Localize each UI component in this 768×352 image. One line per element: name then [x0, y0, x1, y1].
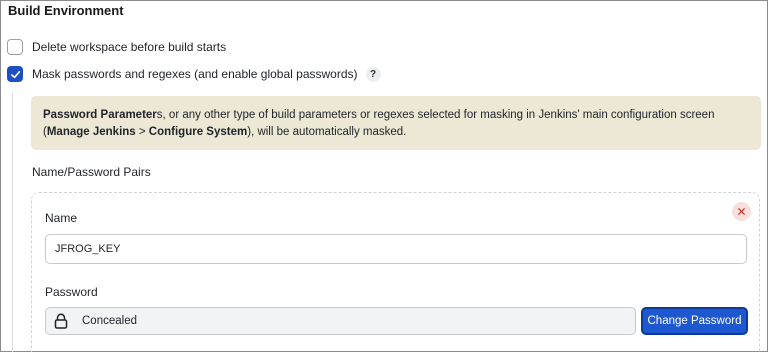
password-field-label: Password — [45, 285, 98, 299]
password-concealed-text: Concealed — [82, 315, 137, 327]
option-mask-passwords[interactable]: Mask passwords and regexes (and enable g… — [7, 66, 381, 82]
delete-workspace-checkbox[interactable] — [7, 39, 23, 55]
mask-passwords-label[interactable]: Mask passwords and regexes (and enable g… — [32, 67, 358, 81]
help-icon[interactable]: ? — [365, 66, 381, 82]
close-icon — [738, 208, 745, 215]
notice-bold-manage-jenkins: Manage Jenkins — [46, 126, 136, 138]
name-field-label: Name — [45, 211, 78, 225]
section-title: Build Environment — [8, 3, 124, 18]
change-password-button[interactable]: Change Password — [641, 307, 748, 335]
notice-text-2: > — [135, 126, 149, 138]
masking-info-notice: Password Parameters, or any other type o… — [31, 96, 761, 150]
notice-bold-password-parameter: Password Parameter — [43, 109, 157, 121]
check-icon — [10, 70, 20, 78]
name-password-pairs-label: Name/Password Pairs — [32, 165, 151, 179]
nesting-line — [12, 93, 13, 352]
name-input[interactable]: JFROG_KEY — [45, 234, 747, 264]
password-field[interactable]: Concealed — [45, 307, 636, 335]
notice-bold-configure-system: Configure System — [148, 126, 248, 138]
remove-pair-button[interactable] — [732, 202, 751, 221]
notice-text-3: ), will be automatically masked. — [247, 126, 407, 138]
option-delete-workspace[interactable]: Delete workspace before build starts — [7, 39, 226, 55]
delete-workspace-label[interactable]: Delete workspace before build starts — [32, 40, 226, 54]
mask-passwords-checkbox[interactable] — [7, 66, 23, 82]
lock-icon — [54, 313, 68, 329]
build-environment-panel: Build Environment Delete workspace befor… — [0, 0, 768, 352]
